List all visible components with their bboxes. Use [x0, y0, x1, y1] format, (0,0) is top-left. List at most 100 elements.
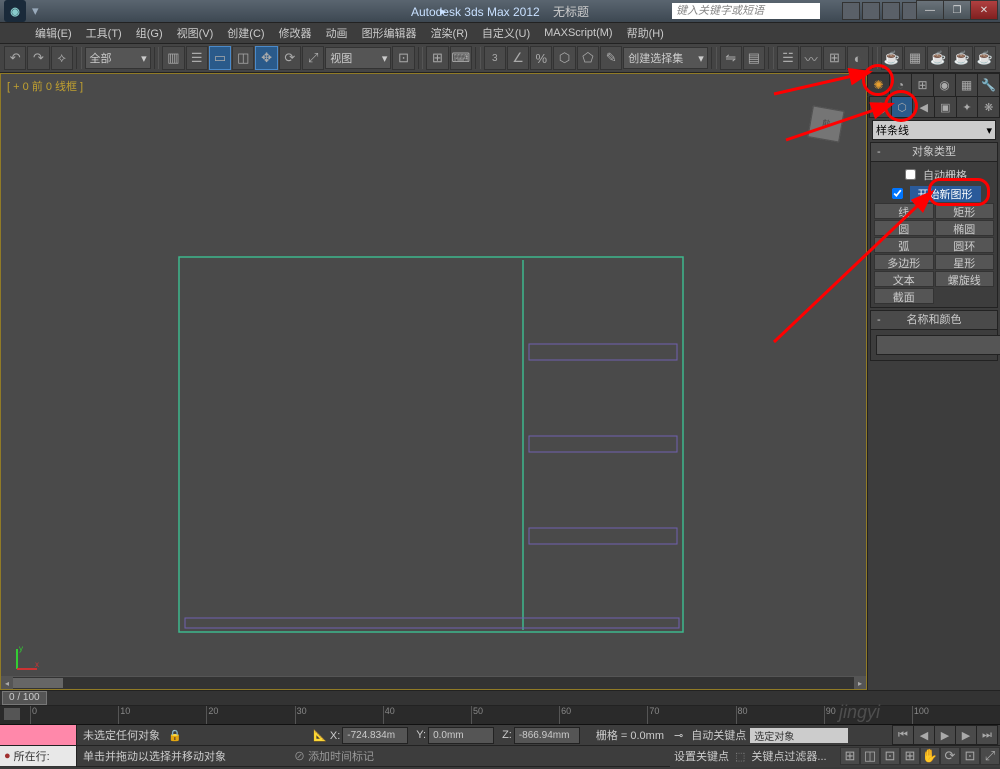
- menu-render[interactable]: 渲染(R): [424, 25, 475, 41]
- search-input[interactable]: 键入关键字或短语: [672, 3, 820, 19]
- ref-coord[interactable]: 视图: [325, 47, 391, 69]
- hierarchy-tab[interactable]: ⊞: [911, 73, 934, 97]
- info-icon[interactable]: [862, 2, 880, 20]
- utilities-tab[interactable]: 🔧: [977, 73, 1000, 97]
- app-logo[interactable]: ◉: [4, 0, 26, 22]
- edge-button[interactable]: ⬠: [577, 46, 599, 70]
- startnew-checkbox[interactable]: [892, 188, 903, 199]
- select-name-button[interactable]: ☰: [186, 46, 208, 70]
- goto-start-button[interactable]: ⏮: [892, 725, 914, 745]
- add-time-tag[interactable]: ⊘ 添加时间标记: [294, 748, 374, 764]
- window-crossing-button[interactable]: ◫: [232, 46, 254, 70]
- menu-tools[interactable]: 工具(T): [79, 25, 129, 41]
- goto-end-button[interactable]: ⏭: [976, 725, 998, 745]
- section-button[interactable]: 截面: [874, 288, 934, 304]
- circle-button[interactable]: 圆: [874, 220, 934, 236]
- app-menu-arrow[interactable]: ▾: [32, 3, 39, 19]
- curve-editor-button[interactable]: 〰: [800, 46, 822, 70]
- edit-button[interactable]: ✎: [600, 46, 622, 70]
- menu-modifiers[interactable]: 修改器: [272, 25, 319, 41]
- select-button[interactable]: ▥: [162, 46, 184, 70]
- minimize-button[interactable]: —: [916, 0, 944, 20]
- scale-button[interactable]: ⤢: [302, 46, 324, 70]
- key-icon[interactable]: ⊸: [670, 729, 687, 742]
- modify-tab[interactable]: ◔: [889, 73, 912, 97]
- text-button[interactable]: 文本: [874, 271, 934, 287]
- horizontal-scrollbar[interactable]: ◂ ▸: [1, 676, 866, 689]
- viewnav-3[interactable]: ⊡: [880, 747, 900, 765]
- mirror-button[interactable]: ⇋: [720, 46, 742, 70]
- display-tab[interactable]: ▦: [955, 73, 978, 97]
- angle-snap-button[interactable]: ∠: [507, 46, 529, 70]
- menu-edit[interactable]: 编辑(E): [28, 25, 79, 41]
- systems-subtab[interactable]: ❋: [977, 96, 1000, 118]
- percent-snap-button[interactable]: %: [530, 46, 552, 70]
- spinner-snap-button[interactable]: ⬡: [553, 46, 575, 70]
- lights-subtab[interactable]: ◀: [912, 96, 935, 118]
- rotate-button[interactable]: ⟳: [279, 46, 301, 70]
- star-icon[interactable]: [882, 2, 900, 20]
- teapot-button[interactable]: ☕: [974, 46, 996, 70]
- align-button[interactable]: ▤: [743, 46, 765, 70]
- link-button[interactable]: ⟡: [51, 46, 73, 70]
- redo-button[interactable]: ↷: [27, 46, 49, 70]
- render-button[interactable]: ☕: [927, 46, 949, 70]
- line-button[interactable]: 线: [874, 203, 934, 219]
- category-dropdown[interactable]: 样条线▾: [872, 120, 996, 140]
- scroll-left-arrow[interactable]: ◂: [1, 677, 13, 689]
- ellipse-button[interactable]: 椭圆: [935, 220, 995, 236]
- autokey-button[interactable]: 自动关键点: [687, 727, 750, 743]
- ngon-button[interactable]: 多边形: [874, 254, 934, 270]
- name-color-rollout[interactable]: 名称和颜色: [870, 310, 998, 330]
- helpers-subtab[interactable]: ✦: [956, 96, 979, 118]
- geometry-subtab[interactable]: ◯: [869, 96, 892, 118]
- create-tab[interactable]: ✺: [867, 73, 890, 97]
- lock-icon[interactable]: 🔒: [168, 729, 182, 742]
- time-value[interactable]: 0 / 100: [2, 691, 47, 705]
- move-button[interactable]: ✥: [255, 46, 277, 70]
- menu-graph[interactable]: 图形编辑器: [355, 25, 424, 41]
- select-region-button[interactable]: ▭: [209, 46, 231, 70]
- track-row-1[interactable]: [0, 725, 76, 746]
- render-frame-button[interactable]: ▦: [904, 46, 926, 70]
- viewport[interactable]: [ + 0 前 0 线框 ] 前 yx ◂ ▸: [0, 73, 867, 690]
- viewnav-2[interactable]: ◫: [860, 747, 880, 765]
- menu-view[interactable]: 视图(V): [170, 25, 221, 41]
- autogrid-checkbox[interactable]: [905, 169, 916, 180]
- keyboard-button[interactable]: ⌨: [450, 46, 472, 70]
- setkey-button[interactable]: 设置关键点: [674, 748, 729, 764]
- menu-animation[interactable]: 动画: [319, 25, 355, 41]
- selected-readout[interactable]: 选定对象: [750, 728, 848, 743]
- prev-frame-button[interactable]: ◀: [913, 725, 935, 745]
- snap-button[interactable]: 3: [484, 46, 506, 70]
- scroll-right-arrow[interactable]: ▸: [854, 677, 866, 689]
- next-frame-button[interactable]: ▶: [955, 725, 977, 745]
- keyfilter-button[interactable]: 关键点过滤器...: [751, 748, 826, 764]
- shapes-subtab[interactable]: ⬡: [891, 96, 914, 118]
- viewnav-7[interactable]: ⊡: [960, 747, 980, 765]
- object-type-rollout[interactable]: 对象类型: [870, 142, 998, 162]
- viewnav-1[interactable]: ⊞: [840, 747, 860, 765]
- pivot-button[interactable]: ⊡: [392, 46, 414, 70]
- viewnav-8[interactable]: ⤢: [980, 747, 1000, 765]
- selection-filter[interactable]: 全部: [85, 47, 151, 69]
- material-button[interactable]: ◐: [847, 46, 869, 70]
- quick-render-button[interactable]: ☕: [950, 46, 972, 70]
- close-button[interactable]: ✕: [970, 0, 998, 20]
- menu-maxscript[interactable]: MAXScript(M): [537, 27, 619, 39]
- viewnav-5[interactable]: ✋: [920, 747, 940, 765]
- rectangle-button[interactable]: 矩形: [935, 203, 995, 219]
- menu-create[interactable]: 创建(C): [220, 25, 271, 41]
- schematic-button[interactable]: ⊞: [823, 46, 845, 70]
- viewnav-6[interactable]: ⟳: [940, 747, 960, 765]
- help-icon[interactable]: [842, 2, 860, 20]
- menu-customize[interactable]: 自定义(U): [475, 25, 537, 41]
- named-sel-set[interactable]: 创建选择集: [623, 47, 708, 69]
- ruler-toggle[interactable]: [4, 708, 20, 720]
- undo-button[interactable]: ↶: [4, 46, 26, 70]
- star-button[interactable]: 星形: [935, 254, 995, 270]
- motion-tab[interactable]: ◉: [933, 73, 956, 97]
- layer-button[interactable]: ☱: [777, 46, 799, 70]
- maximize-button[interactable]: ❐: [943, 0, 971, 20]
- helix-button[interactable]: 螺旋线: [935, 271, 995, 287]
